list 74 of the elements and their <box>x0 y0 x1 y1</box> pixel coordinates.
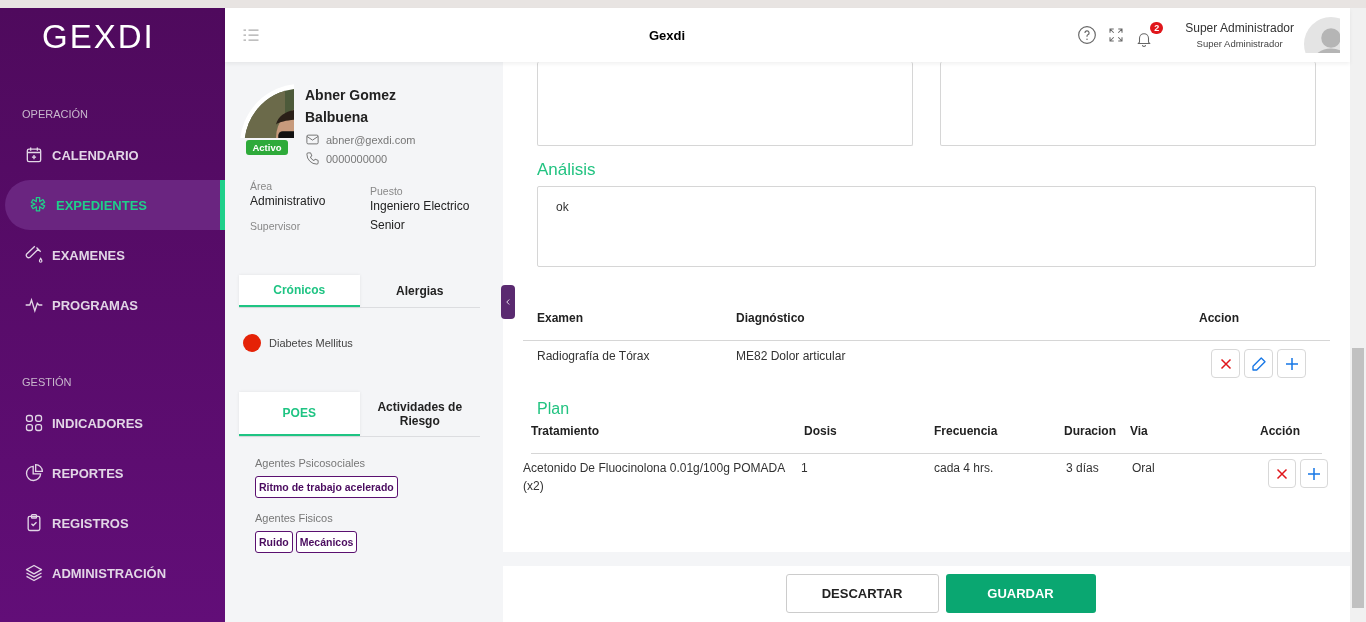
nav-item[interactable]: REPORTES <box>0 448 225 498</box>
field-label: Puesto <box>370 185 404 197</box>
column-header: Examen <box>537 311 585 325</box>
section-title: GESTIÓN <box>21 375 73 390</box>
table-cell-text: Radiografía de Tórax <box>537 349 651 363</box>
delete-button[interactable] <box>1211 349 1240 378</box>
section-heading: Plan <box>537 400 571 418</box>
page-title: Gexdi <box>649 27 687 43</box>
scroll-thumb[interactable] <box>1352 348 1364 608</box>
section-heading: Análisis <box>537 160 597 180</box>
patient-name: Abner Gomez Balbuena <box>305 86 397 127</box>
fullscreen-button[interactable] <box>1107 26 1126 44</box>
help-button[interactable] <box>1077 25 1098 45</box>
notifications-button[interactable]: 2 <box>1135 22 1164 48</box>
nav-item[interactable]: INDICADORES <box>0 398 225 448</box>
discard-button[interactable]: DESCARTAR <box>785 573 939 613</box>
column-header: Via <box>1130 424 1149 438</box>
field-label: Área <box>250 180 274 192</box>
expand-icon <box>1107 26 1126 44</box>
pie-chart-icon <box>24 463 44 483</box>
add-button[interactable] <box>1277 349 1306 378</box>
condition-name: Diabetes Mellitus <box>269 337 353 349</box>
edit-button[interactable] <box>1244 349 1273 378</box>
field-value: Ingeniero Electrico Senior <box>370 198 471 234</box>
notification-count: 2 <box>1150 22 1164 34</box>
tag: Ritmo de trabajo acelerado <box>255 476 398 498</box>
column-header: Duracion <box>1064 424 1117 438</box>
nav-item[interactable]: PROGRAMAS <box>0 280 225 330</box>
nav-item[interactable]: CALENDARIO <box>0 130 225 180</box>
nav-item[interactable]: EXPEDIENTES <box>5 180 225 230</box>
group-title: Agentes Fisicos <box>255 512 334 524</box>
table-cell-text: cada 4 hrs. <box>934 460 995 477</box>
calendar-icon <box>24 145 44 165</box>
layers-icon <box>24 563 44 583</box>
table-cell-text: Acetonido De Fluocinolona 0.01g/100g POMADA (x2) <box>523 460 786 495</box>
group-title: Agentes Psicosociales <box>255 457 367 469</box>
tab[interactable]: Alergias <box>359 275 480 307</box>
pulse-icon <box>24 295 44 315</box>
table-cell-text: 3 días <box>1066 460 1100 477</box>
tag: Mecánicos <box>295 531 358 553</box>
column-header: Frecuencia <box>934 424 999 438</box>
tag: Ruido <box>255 531 293 553</box>
delete-button[interactable] <box>1268 459 1296 488</box>
nav-item[interactable]: REGISTROS <box>0 498 225 548</box>
user-name: Super Administrador <box>1185 21 1294 35</box>
column-header: Diagnóstico <box>736 311 806 325</box>
nav-item[interactable]: EXAMENES <box>0 230 225 280</box>
test-tube-icon <box>24 245 44 265</box>
grid-icon <box>24 413 44 433</box>
table-cell-text: 1 <box>801 460 809 477</box>
logo: GEXDI <box>41 18 156 57</box>
section-title: OPERACIÓN <box>21 107 89 122</box>
phone-icon <box>305 151 320 166</box>
status-badge: Activo <box>246 140 288 155</box>
pencil-icon <box>1249 354 1268 373</box>
column-header: Accion <box>1198 311 1240 325</box>
user-role: Super Administrador <box>1195 38 1284 49</box>
phone-text: 0000000000 <box>326 152 388 165</box>
column-header: Tratamiento <box>531 424 600 438</box>
text-area[interactable]: ok <box>537 186 1316 267</box>
table-cell-text: Oral <box>1132 460 1156 477</box>
table-cell-text: ME82 Dolor articular <box>736 349 847 363</box>
column-header: Dosis <box>804 424 838 438</box>
add-button[interactable] <box>1300 459 1328 488</box>
field-label: Supervisor <box>250 219 302 232</box>
scrollbar[interactable] <box>1350 8 1366 622</box>
email-text: abner@gexdi.com <box>326 133 416 146</box>
collapse-button[interactable] <box>501 285 515 319</box>
tab[interactable]: Actividades de Riesgo <box>359 392 480 436</box>
field-value: Administrativo <box>250 193 327 210</box>
column-header: Acción <box>1260 424 1301 438</box>
help-icon <box>1077 25 1098 45</box>
mail-icon <box>305 132 320 147</box>
nav-item[interactable]: ADMINISTRACIÓN <box>0 548 225 598</box>
